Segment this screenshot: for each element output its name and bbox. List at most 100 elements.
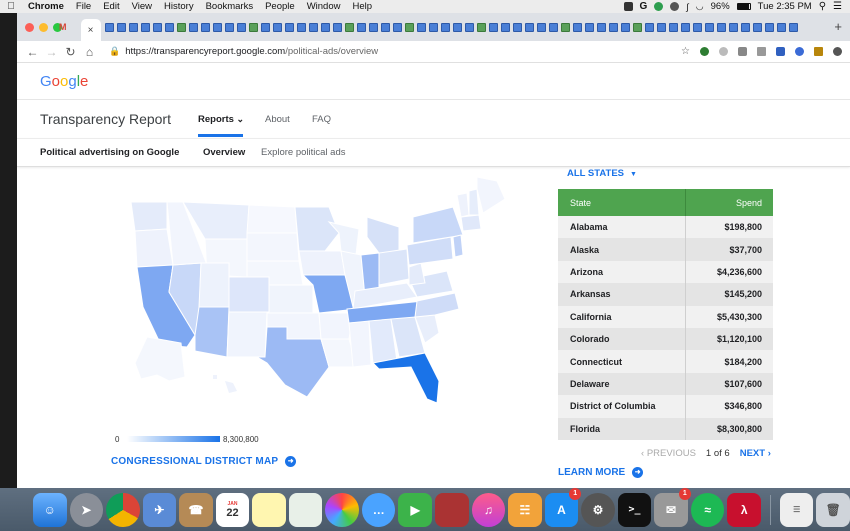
tab-favicon[interactable]: [632, 22, 642, 32]
tab-favicon[interactable]: [500, 22, 510, 32]
learn-more-link[interactable]: LEARN MORE ➜: [558, 467, 644, 478]
calendar-icon[interactable]: JAN 22: [215, 492, 250, 527]
finder-icon[interactable]: ☺: [33, 492, 67, 527]
status-app-icon[interactable]: [623, 2, 633, 11]
tab-favicon[interactable]: [776, 22, 786, 32]
preview-icon[interactable]: ✈: [142, 492, 177, 527]
tab-favicon[interactable]: [176, 22, 186, 32]
tab-favicon[interactable]: [644, 22, 654, 32]
tab-favicon[interactable]: [320, 22, 330, 32]
menu-file[interactable]: File: [70, 1, 97, 12]
tab-favicon[interactable]: [392, 22, 402, 32]
tab-favicon[interactable]: [464, 22, 474, 32]
nav-about[interactable]: About: [265, 114, 290, 125]
home-button[interactable]: ⌂: [80, 45, 99, 59]
table-row[interactable]: Connecticut $184,200: [558, 350, 773, 373]
tab-favicon[interactable]: [608, 22, 618, 32]
tab-active[interactable]: ×: [80, 19, 101, 41]
tab-favicon[interactable]: [152, 22, 162, 32]
table-row[interactable]: District of Columbia $346,800: [558, 395, 773, 418]
tab-favicon[interactable]: [260, 22, 270, 32]
tab-favicon[interactable]: [344, 22, 354, 32]
tab-favicon[interactable]: [560, 22, 570, 32]
extension-icon[interactable]: [795, 47, 804, 56]
tab-favicon[interactable]: [200, 22, 210, 32]
lock-icon[interactable]: 🔒: [109, 46, 120, 57]
all-states-dropdown[interactable]: ALL STATES ▼: [567, 168, 637, 179]
close-window-icon[interactable]: [25, 22, 34, 32]
tab-favicon[interactable]: [428, 22, 438, 32]
menu-app-name[interactable]: Chrome: [22, 1, 70, 12]
tab-favicon[interactable]: [272, 22, 282, 32]
tab-favicon[interactable]: [224, 22, 234, 32]
tab-favicon[interactable]: [788, 22, 798, 32]
table-row[interactable]: Florida $8,300,800: [558, 417, 773, 440]
tab-favicon[interactable]: [572, 22, 582, 32]
us-state-spend-map[interactable]: [117, 167, 537, 417]
tab-favicon[interactable]: [188, 22, 198, 32]
status-messages-icon[interactable]: [654, 2, 664, 11]
messages-icon[interactable]: …: [361, 492, 396, 527]
terminal-icon[interactable]: >_: [617, 492, 652, 527]
spotify-icon[interactable]: ≈: [690, 492, 725, 527]
tab-favicon[interactable]: [116, 22, 126, 32]
chrome-icon[interactable]: [106, 492, 140, 527]
profile-avatar[interactable]: [833, 47, 842, 56]
tab-favicon[interactable]: [296, 22, 306, 32]
status-google-icon[interactable]: G: [640, 1, 648, 12]
reload-button[interactable]: ↻: [61, 45, 80, 59]
tab-favicon[interactable]: [524, 22, 534, 32]
tab-favicon[interactable]: [752, 22, 762, 32]
app-store-icon[interactable]: A1: [544, 487, 582, 527]
address-bar[interactable]: https://transparencyreport.google.com/po…: [125, 46, 378, 57]
tab-favicon[interactable]: [416, 22, 426, 32]
contacts-icon[interactable]: ☎: [179, 492, 213, 527]
tab-favicon[interactable]: [728, 22, 738, 32]
notes-icon[interactable]: [252, 492, 286, 527]
menu-help[interactable]: Help: [346, 1, 378, 12]
tab-favicon[interactable]: [380, 22, 390, 32]
apple-menu-icon[interactable]: : [0, 1, 22, 12]
mail-icon[interactable]: ✉ 1: [654, 487, 691, 527]
back-button[interactable]: ←: [23, 45, 42, 59]
tab-favicon[interactable]: [764, 22, 774, 32]
nav-faq[interactable]: FAQ: [312, 114, 331, 125]
table-row[interactable]: Alaska $37,700: [558, 238, 773, 261]
tab-close-icon[interactable]: ×: [88, 25, 94, 36]
maps-icon[interactable]: [288, 492, 323, 527]
tab-favicon[interactable]: [140, 22, 150, 32]
status-clock-icon[interactable]: [670, 2, 680, 11]
previous-page-button[interactable]: ‹ PREVIOUS: [641, 448, 696, 459]
tab-favicon[interactable]: [104, 22, 114, 32]
tab-explore-political-ads[interactable]: Explore political ads: [261, 147, 346, 158]
google-logo[interactable]: Google: [40, 73, 88, 90]
tab-favicon[interactable]: [332, 22, 342, 32]
tab-favicon[interactable]: [704, 22, 714, 32]
extension-icon[interactable]: [738, 47, 747, 56]
tab-favicon[interactable]: [548, 22, 558, 32]
wifi-icon[interactable]: ◡: [696, 1, 704, 12]
menu-edit[interactable]: Edit: [97, 1, 125, 12]
tab-favicon[interactable]: [164, 22, 174, 32]
tab-favicon[interactable]: [476, 22, 486, 32]
menu-window[interactable]: Window: [301, 1, 347, 12]
tab-favicon[interactable]: [356, 22, 366, 32]
extension-icon[interactable]: [719, 47, 728, 56]
tab-favicon[interactable]: [716, 22, 726, 32]
extension-icon[interactable]: [700, 47, 709, 56]
tab-favicon[interactable]: [368, 22, 378, 32]
column-header-spend[interactable]: Spend: [686, 198, 773, 208]
menu-bookmarks[interactable]: Bookmarks: [200, 1, 260, 12]
tab-favicon[interactable]: [284, 22, 294, 32]
tab-favicon[interactable]: [692, 22, 702, 32]
tab-favicon[interactable]: [680, 22, 690, 32]
battery-icon[interactable]: [736, 3, 751, 10]
tab-favicon[interactable]: [668, 22, 678, 32]
tab-favicon[interactable]: [596, 22, 606, 32]
tab-favicon[interactable]: [128, 22, 138, 32]
tab-favicon[interactable]: [404, 22, 414, 32]
tab-favicon[interactable]: [488, 22, 498, 32]
music-icon[interactable]: ♫: [471, 492, 506, 527]
tab-favicon[interactable]: [536, 22, 546, 32]
bookmark-star-icon[interactable]: ☆: [681, 46, 690, 57]
